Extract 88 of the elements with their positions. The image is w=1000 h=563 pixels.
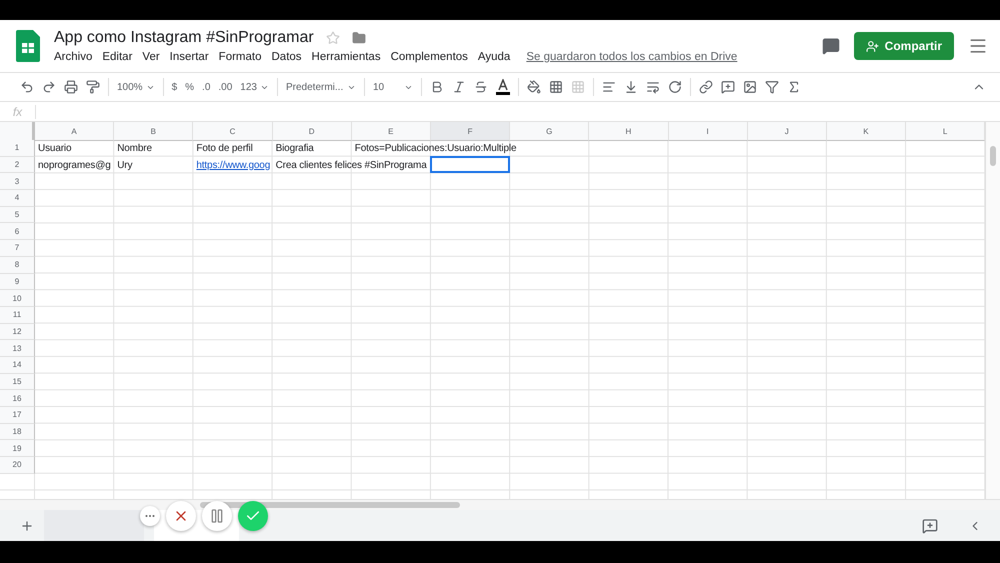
row-header[interactable]: 12 xyxy=(0,324,35,340)
cell-link[interactable]: https://www.goog xyxy=(196,160,270,171)
row-header[interactable]: 9 xyxy=(0,274,35,290)
row-header[interactable]: 4 xyxy=(0,190,35,207)
cell-text: Foto de perfil xyxy=(196,142,253,154)
row-header[interactable]: 3 xyxy=(0,173,35,190)
borders-icon[interactable] xyxy=(548,80,563,94)
percent-button[interactable]: % xyxy=(185,82,194,92)
column-header[interactable]: L xyxy=(906,122,985,141)
menu-item[interactable]: Archivo xyxy=(54,51,92,63)
align-icon[interactable] xyxy=(602,80,616,94)
row-header[interactable]: 20 xyxy=(0,457,35,474)
comments-icon[interactable] xyxy=(822,37,840,55)
star-icon[interactable] xyxy=(326,31,340,45)
row-header[interactable]: 7 xyxy=(0,240,35,257)
column-header[interactable]: K xyxy=(826,122,906,141)
cell-text: Fotos=Publicaciones:Usuario:Multiple xyxy=(354,142,516,154)
row-header[interactable]: 14 xyxy=(0,356,35,374)
pause-icon xyxy=(209,508,225,524)
row-header[interactable]: 16 xyxy=(0,390,35,407)
row-header[interactable]: 5 xyxy=(0,206,35,224)
strikethrough-icon[interactable] xyxy=(474,80,488,94)
italic-icon[interactable] xyxy=(452,80,466,94)
row-header[interactable]: 19 xyxy=(0,440,35,458)
menu-item[interactable]: Herramientas xyxy=(312,51,381,63)
text-rotation-icon[interactable] xyxy=(668,80,682,94)
row-header[interactable]: 13 xyxy=(0,340,35,357)
vertical-align-icon[interactable] xyxy=(624,80,638,94)
column-header[interactable]: F xyxy=(430,122,510,141)
column-header[interactable]: H xyxy=(589,122,668,141)
comment-icon[interactable] xyxy=(720,80,735,94)
text-wrap-icon[interactable] xyxy=(646,80,660,94)
paint-format-icon[interactable] xyxy=(86,80,100,94)
row-header[interactable]: 8 xyxy=(0,256,35,274)
merge-cells-icon[interactable] xyxy=(570,80,585,94)
font-size-dropdown[interactable]: 10 xyxy=(372,82,413,92)
print-icon[interactable] xyxy=(64,80,78,94)
menu-item[interactable]: Formato xyxy=(218,51,262,63)
cell-text: Crea clientes felices #SinPrograma xyxy=(276,160,427,171)
share-button[interactable]: Compartir xyxy=(854,32,954,60)
row-header[interactable]: 17 xyxy=(0,407,35,424)
column-header[interactable]: E xyxy=(352,122,431,141)
row-header[interactable]: 18 xyxy=(0,424,35,440)
undo-icon[interactable] xyxy=(20,80,34,94)
row-header[interactable]: 2 xyxy=(0,156,35,174)
row-header[interactable]: 15 xyxy=(0,374,35,390)
add-sheet-icon[interactable] xyxy=(20,518,34,532)
menu-item[interactable]: Ver xyxy=(142,51,160,63)
column-header[interactable]: D xyxy=(272,122,352,141)
cell-text: Ury xyxy=(117,160,132,171)
fill-color-icon[interactable] xyxy=(526,80,541,94)
currency-button[interactable]: $ xyxy=(172,82,178,92)
column-header[interactable]: B xyxy=(114,122,194,141)
increase-decimals-button[interactable]: .00 xyxy=(218,82,232,92)
row-header[interactable]: 6 xyxy=(0,223,35,240)
menu-item[interactable]: Editar xyxy=(102,51,132,63)
menu-item[interactable]: Complementos xyxy=(390,51,468,63)
sheets-logo-icon[interactable] xyxy=(16,30,40,62)
cell-text: noprogrames@g xyxy=(38,160,111,171)
folder-icon[interactable] xyxy=(352,31,366,45)
row-header[interactable]: 10 xyxy=(0,290,35,307)
filter-icon[interactable] xyxy=(764,80,779,94)
save-status-link[interactable]: Se guardaron todos los cambios en Drive xyxy=(526,51,738,63)
text-color-icon[interactable] xyxy=(496,79,510,95)
formula-label: fx xyxy=(0,104,36,118)
font-dropdown[interactable]: Predetermi... xyxy=(286,82,356,92)
column-header[interactable]: I xyxy=(668,122,748,141)
menu-item[interactable]: Ayuda xyxy=(478,51,510,63)
redo-icon[interactable] xyxy=(42,80,56,94)
column-header[interactable]: C xyxy=(193,122,273,141)
cell-text: Nombre xyxy=(117,142,152,154)
column-header[interactable]: J xyxy=(748,122,827,141)
menu-item[interactable]: Insertar xyxy=(170,51,209,63)
zoom-dropdown[interactable]: 100% xyxy=(117,82,155,92)
cell-text: Biografia xyxy=(276,142,314,154)
column-header[interactable]: G xyxy=(510,122,590,141)
document-title[interactable]: App como Instagram #SinProgramar xyxy=(54,29,314,47)
decrease-decimals-button[interactable]: .0 xyxy=(202,82,210,92)
link-icon[interactable] xyxy=(698,80,713,94)
row-header[interactable]: 1 xyxy=(0,140,35,157)
menu-item[interactable]: Datos xyxy=(272,51,302,63)
column-header[interactable]: A xyxy=(35,122,114,141)
number-format-dropdown[interactable]: 123 xyxy=(240,82,269,92)
row-header[interactable]: 11 xyxy=(0,306,35,324)
selected-cell[interactable] xyxy=(430,156,510,174)
scrollbar-thumb[interactable] xyxy=(990,146,996,166)
cell-text: Usuario xyxy=(38,142,72,154)
person-add-icon xyxy=(866,40,879,52)
